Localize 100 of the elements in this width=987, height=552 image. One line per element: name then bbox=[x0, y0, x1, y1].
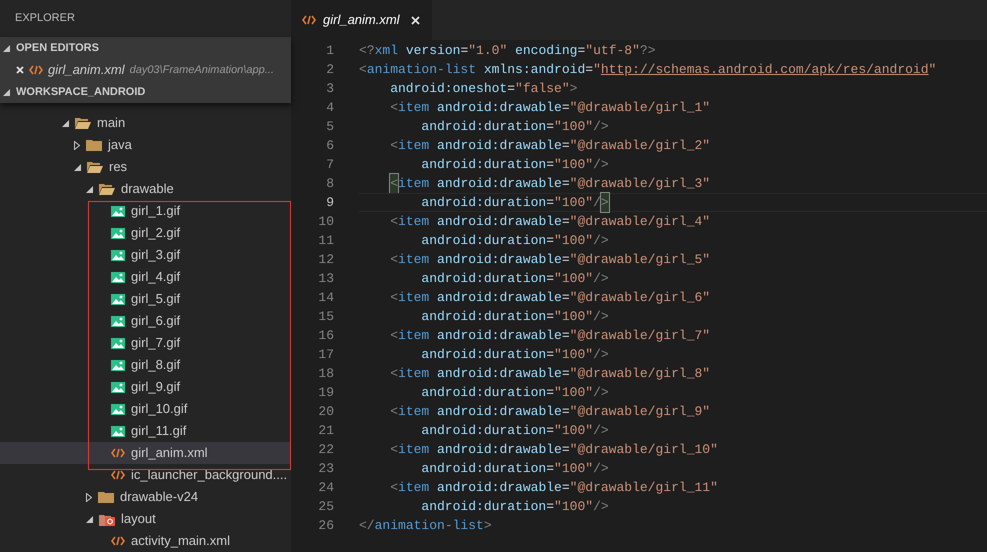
section-header[interactable]: WORKSPACE_ANDROID bbox=[0, 81, 291, 103]
close-icon[interactable] bbox=[410, 16, 420, 24]
file-path: day03\FrameAnimation\app... bbox=[130, 62, 274, 78]
line-number: 1 bbox=[325, 42, 334, 60]
image-icon bbox=[111, 360, 125, 370]
expanded-arrow-icon[interactable] bbox=[86, 186, 93, 192]
file-name: girl_8.gif bbox=[131, 356, 180, 374]
expanded-arrow-icon[interactable] bbox=[62, 120, 69, 126]
tree-item[interactable]: ic_launcher_background.... bbox=[0, 464, 291, 486]
tree-item[interactable]: java bbox=[0, 134, 291, 156]
line-number: 11 bbox=[317, 232, 334, 250]
tree-item[interactable]: girl_6.gif bbox=[0, 310, 291, 332]
close-icon[interactable] bbox=[16, 66, 24, 74]
code-line: android:duration="100"/> bbox=[420, 308, 609, 326]
file-name: girl_7.gif bbox=[131, 334, 180, 352]
line-number: 10 bbox=[317, 212, 334, 231]
tree-item[interactable]: girl_11.gif bbox=[0, 420, 291, 442]
tree-item[interactable]: main bbox=[0, 112, 291, 134]
line-number: 25 bbox=[317, 498, 334, 516]
open-folder-icon bbox=[87, 161, 103, 173]
line-number: 8 bbox=[325, 174, 334, 193]
tree-item[interactable]: res bbox=[0, 156, 291, 178]
image-icon bbox=[111, 426, 125, 436]
file-name: layout bbox=[121, 510, 156, 528]
tree-item[interactable]: girl_5.gif bbox=[0, 288, 291, 310]
open-folder-icon bbox=[99, 183, 115, 195]
code-line: <item android:drawable="@drawable/girl_7" bbox=[389, 326, 710, 345]
tree-item[interactable]: girl_1.gif bbox=[0, 200, 291, 222]
folder-icon bbox=[86, 139, 102, 151]
code-line: <item android:drawable="@drawable/girl_6" bbox=[389, 288, 710, 307]
code-line: <item android:drawable="@drawable/girl_4" bbox=[389, 212, 710, 231]
tree-item[interactable]: drawable-v24 bbox=[0, 486, 291, 508]
file-name: girl_6.gif bbox=[131, 312, 180, 330]
code-icon bbox=[111, 536, 125, 546]
code-line: <item android:drawable="@drawable/girl_2" bbox=[389, 136, 710, 155]
expanded-arrow-icon[interactable] bbox=[3, 44, 10, 52]
file-name: girl_4.gif bbox=[131, 268, 180, 286]
line-number: 23 bbox=[317, 460, 334, 478]
image-icon bbox=[111, 272, 125, 282]
line-number: 19 bbox=[317, 384, 334, 402]
tree-item[interactable]: girl_7.gif bbox=[0, 332, 291, 354]
layout-folder-icon bbox=[99, 512, 115, 526]
line-number: 13 bbox=[317, 270, 334, 288]
tree-item[interactable]: girl_anim.xml bbox=[0, 442, 291, 464]
tree-item[interactable]: layout bbox=[0, 508, 291, 530]
tree-item[interactable]: girl_2.gif bbox=[0, 222, 291, 244]
editor-tab[interactable]: girl_anim.xml bbox=[291, 0, 432, 40]
tree-item[interactable]: activity_main.xml bbox=[0, 530, 291, 552]
expanded-arrow-icon[interactable] bbox=[74, 164, 81, 170]
file-name: girl_9.gif bbox=[131, 378, 180, 396]
line-number: 18 bbox=[317, 364, 334, 383]
code-icon bbox=[111, 448, 125, 458]
line-number: 24 bbox=[317, 478, 334, 497]
collapsed-arrow-icon[interactable] bbox=[74, 140, 80, 150]
code-line: <item android:drawable="@drawable/girl_10" bbox=[389, 440, 718, 459]
image-icon bbox=[111, 250, 125, 260]
sidebar-title: EXPLORER bbox=[15, 11, 75, 26]
code-line: <?xml version="1.0" encoding="utf-8"?> bbox=[359, 42, 656, 60]
image-icon bbox=[111, 206, 125, 216]
file-name: girl_anim.xml bbox=[48, 61, 125, 80]
code-line: <item android:drawable="@drawable/girl_9" bbox=[389, 402, 710, 421]
expanded-arrow-icon[interactable] bbox=[86, 516, 93, 522]
tree-item[interactable]: girl_9.gif bbox=[0, 376, 291, 398]
file-name: drawable bbox=[121, 180, 174, 198]
tree-item[interactable]: girl_3.gif bbox=[0, 244, 291, 266]
code-line: android:oneshot="false"> bbox=[389, 80, 578, 98]
collapsed-arrow-icon[interactable] bbox=[86, 492, 92, 502]
file-name: girl_anim.xml bbox=[131, 444, 208, 462]
code-line: <item android:drawable="@drawable/girl_8" bbox=[389, 364, 710, 383]
file-name: girl_10.gif bbox=[131, 400, 188, 418]
code-icon bbox=[302, 15, 316, 25]
tree-item[interactable]: girl_8.gif bbox=[0, 354, 291, 376]
file-name: ic_launcher_background.... bbox=[131, 466, 288, 484]
line-number: 3 bbox=[325, 80, 334, 98]
code-line: android:duration="100"/> bbox=[420, 118, 609, 136]
file-name: girl_1.gif bbox=[131, 202, 180, 220]
tree-item[interactable]: drawable bbox=[0, 178, 291, 200]
image-icon bbox=[111, 316, 125, 326]
image-icon bbox=[111, 294, 125, 304]
line-number: 22 bbox=[317, 440, 334, 459]
code-line: android:duration="100"/> bbox=[420, 384, 609, 402]
open-editor-item[interactable]: girl_anim.xml day03\FrameAnimation\app... bbox=[0, 59, 291, 81]
section-title: WORKSPACE_ANDROID bbox=[16, 84, 146, 100]
code-line: android:duration="100"/> bbox=[420, 232, 609, 250]
line-number: 16 bbox=[317, 326, 334, 345]
file-name: main bbox=[97, 114, 126, 132]
file-name: girl_5.gif bbox=[131, 290, 180, 308]
line-number: 17 bbox=[317, 346, 334, 364]
file-name: girl_3.gif bbox=[131, 246, 180, 264]
tree-item[interactable]: girl_10.gif bbox=[0, 398, 291, 420]
image-icon bbox=[111, 228, 125, 238]
expanded-arrow-icon[interactable] bbox=[3, 88, 10, 96]
section-header[interactable]: OPEN EDITORS bbox=[0, 37, 291, 59]
line-number: 6 bbox=[325, 136, 334, 155]
code-line: <animation-list xmlns:android="http://schemas.android.com/apk/res/android" bbox=[359, 60, 936, 79]
tree-item[interactable]: girl_4.gif bbox=[0, 266, 291, 288]
code-line: android:duration="100"/> bbox=[420, 422, 609, 440]
section-title: OPEN EDITORS bbox=[16, 40, 99, 56]
code-line: android:duration="100"/> bbox=[420, 498, 609, 516]
code-icon bbox=[29, 65, 43, 75]
